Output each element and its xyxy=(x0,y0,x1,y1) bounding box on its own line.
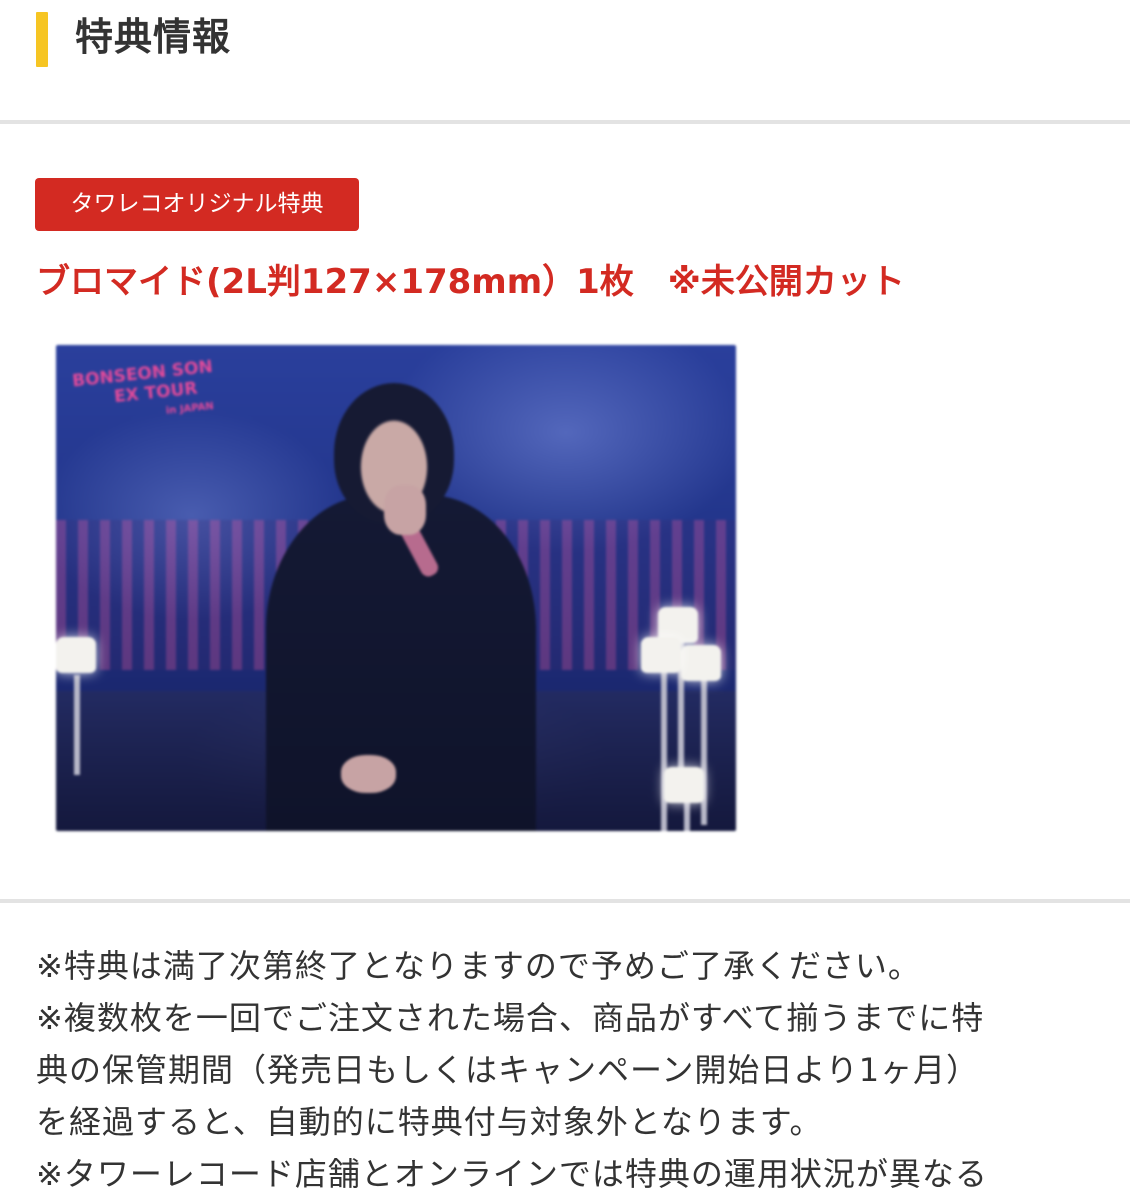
divider-top xyxy=(0,120,1130,124)
candle-stand xyxy=(701,675,707,825)
original-bonus-badge: タワレコオリジナル特典 xyxy=(35,178,359,231)
note-line: 典の保管期間（発売日もしくはキャンペーン開始日より1ヶ月） xyxy=(36,1051,980,1089)
section-title: 特典情報 xyxy=(75,15,232,59)
bonus-notes: ※特典は満了次第終了となりますので予めご了承ください。 ※複数枚を一回でご注文さ… xyxy=(36,940,1106,1200)
section-header: 特典情報 xyxy=(0,0,1130,122)
tour-logo: BONSEON SON EX TOUR in JAPAN xyxy=(71,355,236,431)
bonus-photo[interactable]: BONSEON SON EX TOUR in JAPAN xyxy=(56,345,736,831)
note-line: ※タワーレコード店舗とオンラインでは特典の運用状況が異なる xyxy=(36,1155,988,1193)
divider-bottom xyxy=(0,899,1130,903)
candle xyxy=(56,637,96,673)
candle-stand xyxy=(74,675,80,775)
performer-hand xyxy=(384,485,426,535)
bonus-product-title: ブロマイド(2L判127×178mm）1枚 ※未公開カット xyxy=(36,262,905,302)
candle xyxy=(664,767,704,803)
note-line: ※特典は満了次第終了となりますので予めご了承ください。 xyxy=(36,947,921,985)
candle xyxy=(681,645,721,681)
note-line: を経過すると、自動的に特典付与対象外となります。 xyxy=(36,1103,823,1141)
note-line: ※複数枚を一回でご注文された場合、商品がすべて揃うまでに特 xyxy=(36,999,985,1037)
performer-body xyxy=(266,495,536,831)
candle xyxy=(641,637,681,673)
candle-stand xyxy=(661,665,667,831)
performer-lower-hand xyxy=(341,755,396,793)
section-accent-bar xyxy=(36,12,48,67)
